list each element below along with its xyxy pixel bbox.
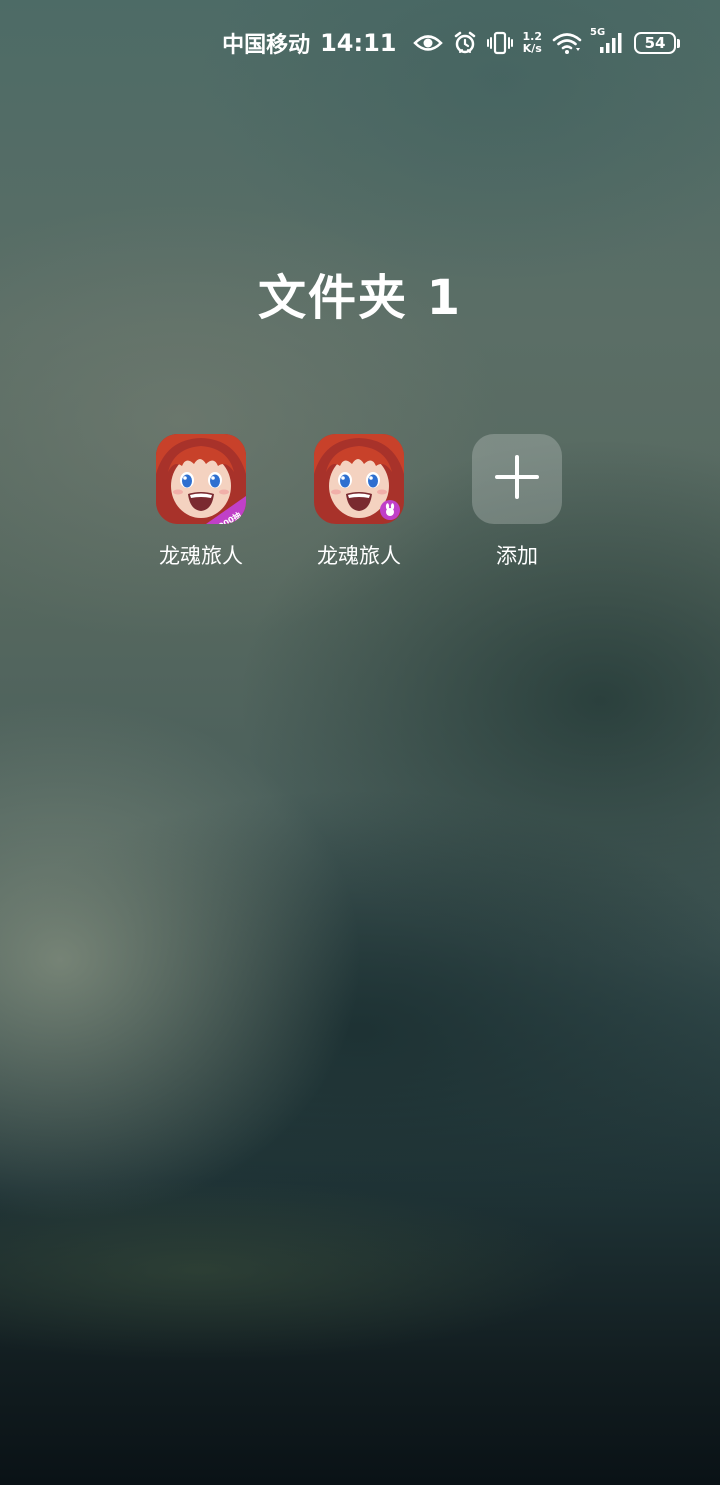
app-item[interactable]: 1000抽 龙魂旅人 <box>141 434 261 570</box>
status-bar: 中国移动 14:11 1.2 K/s 5G 54 <box>222 26 680 60</box>
anime-girl-app-icon[interactable] <box>314 434 404 524</box>
folder-title[interactable]: 文件夹 1 <box>0 258 720 328</box>
wallpaper <box>0 0 720 1485</box>
add-app-tile[interactable] <box>472 434 562 524</box>
app-item[interactable]: 龙魂旅人 <box>299 434 419 570</box>
eye-icon <box>412 33 443 53</box>
anime-girl-app-icon[interactable]: 1000抽 <box>156 434 246 524</box>
network-speed-unit: K/s <box>522 42 542 55</box>
carrier-name: 中国移动 <box>222 33 311 58</box>
app-label: 龙魂旅人 <box>159 544 243 568</box>
wifi-icon <box>552 31 582 55</box>
network-type-label: 5G <box>590 27 606 38</box>
vibrate-icon <box>486 31 513 55</box>
bunny-badge-icon <box>380 500 400 520</box>
plus-icon <box>492 452 542 506</box>
app-label: 龙魂旅人 <box>317 544 401 568</box>
signal-5g-icon: 5G <box>590 27 624 55</box>
add-app-label: 添加 <box>496 544 538 568</box>
alarm-icon <box>453 31 477 55</box>
battery-icon: 54 <box>634 32 680 54</box>
network-speed: 1.2 K/s <box>523 31 543 55</box>
add-app-button[interactable]: 添加 <box>457 434 577 570</box>
status-clock: 14:11 <box>320 29 397 57</box>
battery-level: 54 <box>634 32 676 54</box>
